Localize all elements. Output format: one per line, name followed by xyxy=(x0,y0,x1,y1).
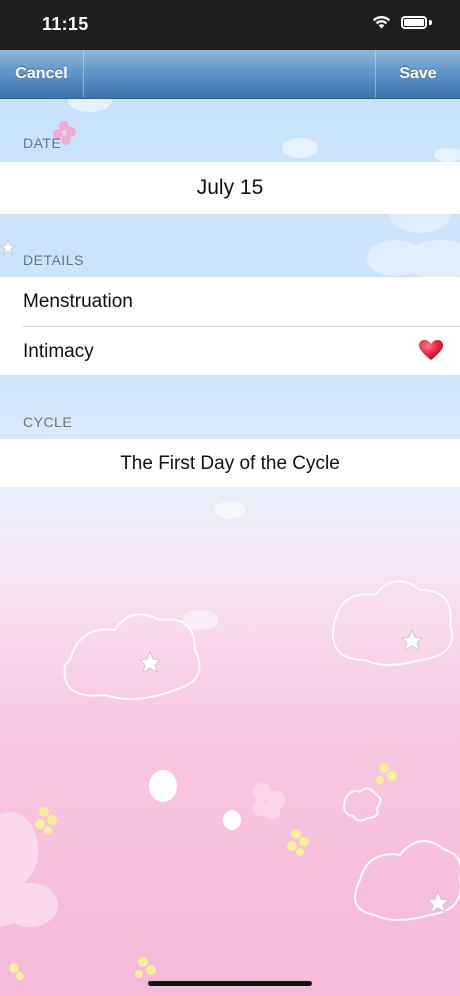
detail-row-intimacy[interactable]: Intimacy xyxy=(0,327,460,375)
wifi-icon xyxy=(372,15,391,29)
navigation-bar: Cancel Save xyxy=(0,50,460,99)
background-decoration xyxy=(0,88,460,980)
date-cell[interactable]: July 15 xyxy=(0,162,460,214)
section-header-cycle: CYCLE xyxy=(23,414,73,430)
home-indicator xyxy=(148,981,312,986)
date-value: July 15 xyxy=(196,176,264,199)
status-bar: 11:15 xyxy=(0,0,460,50)
battery-tip xyxy=(429,19,432,25)
section-header-details: DETAILS xyxy=(23,252,84,268)
detail-label-intimacy: Intimacy xyxy=(23,341,94,362)
cycle-cell[interactable]: The First Day of the Cycle xyxy=(0,439,460,487)
details-group: Menstruation Intimacy xyxy=(0,277,460,375)
detail-row-menstruation[interactable]: Menstruation xyxy=(0,277,460,326)
section-header-date: DATE xyxy=(23,135,62,151)
detail-label-menstruation: Menstruation xyxy=(23,291,133,312)
save-button[interactable]: Save xyxy=(375,50,460,98)
status-time: 11:15 xyxy=(42,14,89,34)
battery-icon xyxy=(401,15,427,29)
cancel-button[interactable]: Cancel xyxy=(0,50,84,98)
status-icons xyxy=(372,15,432,29)
cycle-value: The First Day of the Cycle xyxy=(120,453,340,474)
heart-icon xyxy=(419,340,443,360)
